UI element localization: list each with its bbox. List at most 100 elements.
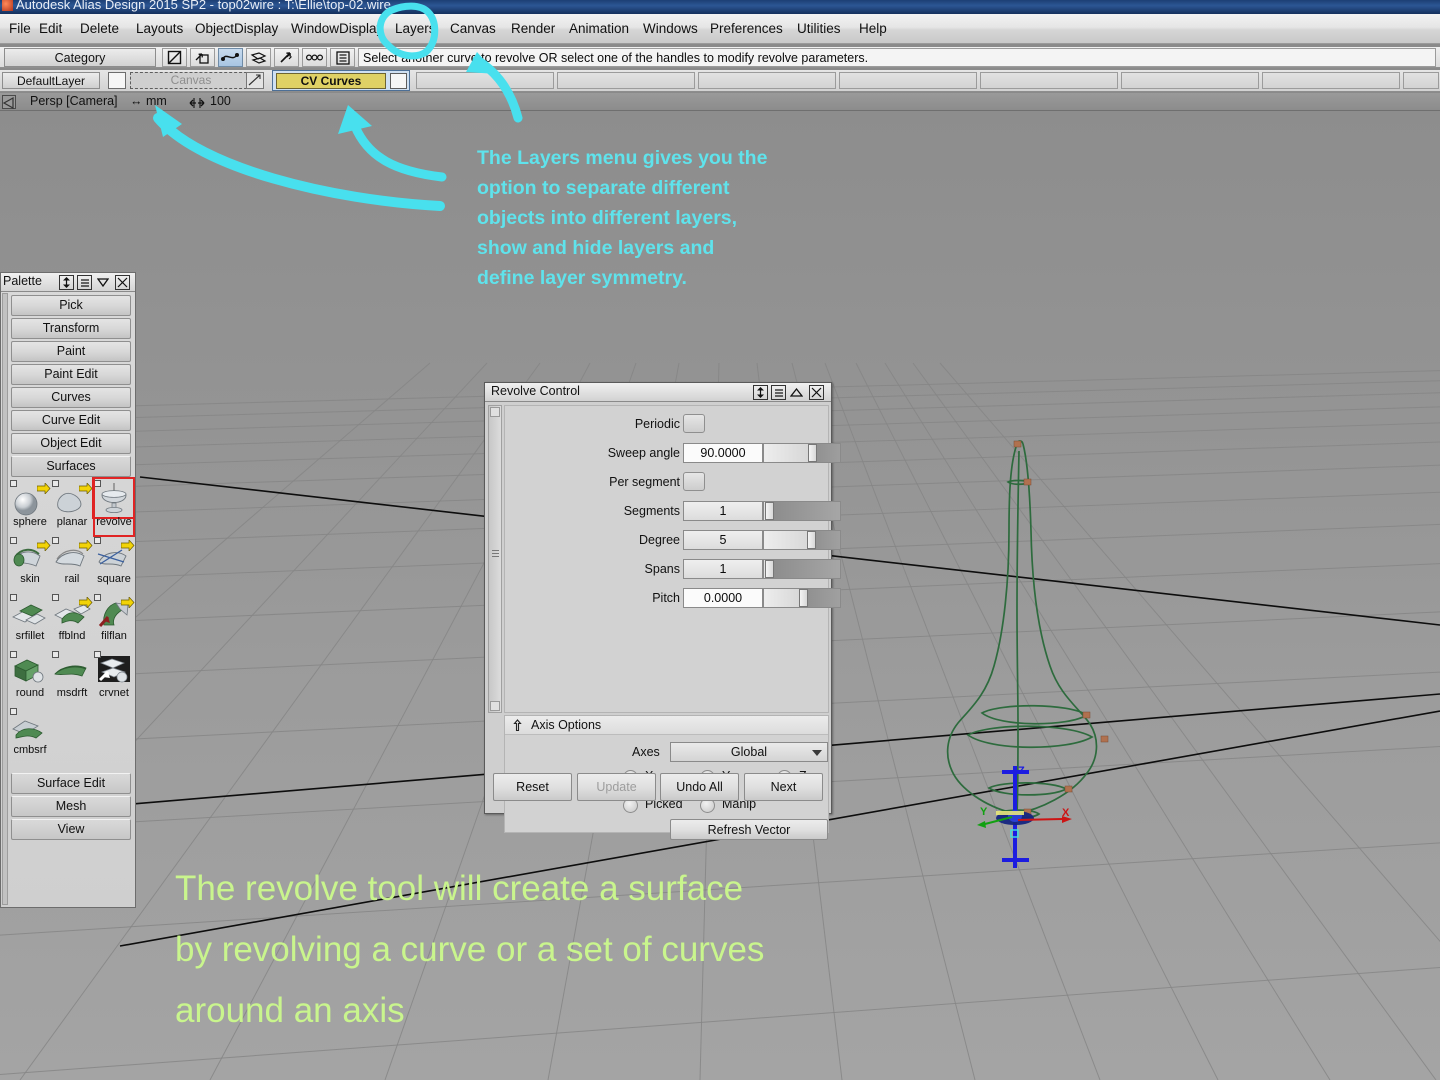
menu-item-help[interactable]: Help	[850, 14, 896, 43]
menu-item-windows[interactable]: Windows	[634, 14, 707, 43]
surface-tool-sphere[interactable]: sphere	[9, 479, 51, 536]
surface-tool-square[interactable]: square	[93, 536, 135, 593]
sidebar-item-curve-edit[interactable]: Curve Edit	[11, 410, 131, 431]
surface-tool-crvnet[interactable]: crvnet	[93, 650, 135, 707]
close-icon[interactable]	[809, 385, 824, 400]
surface-tool-rail[interactable]: rail	[51, 536, 93, 593]
menu-item-layouts[interactable]: Layouts	[127, 14, 192, 43]
sidebar-item-curves[interactable]: Curves	[11, 387, 131, 408]
surface-tool-cmbsrf[interactable]: cmbsrf	[9, 707, 51, 764]
sidebar-item-paint[interactable]: Paint	[11, 341, 131, 362]
tool-option-dot[interactable]	[94, 651, 101, 658]
surface-tool-msdrft[interactable]: msdrft	[51, 650, 93, 707]
layer-slot-empty[interactable]	[557, 72, 695, 89]
tool-option-dot[interactable]	[10, 708, 17, 715]
tool-option-dot[interactable]	[52, 594, 59, 601]
view-collapse-icon[interactable]	[2, 95, 16, 109]
axis-options-header[interactable]: Axis Options	[505, 716, 828, 735]
layer-cv-curves-selected[interactable]: CV Curves	[272, 70, 410, 91]
menu-item-animation[interactable]: Animation	[560, 14, 638, 43]
undo-all-button[interactable]: Undo All	[660, 773, 739, 801]
layer-default[interactable]: DefaultLayer	[2, 72, 100, 89]
menu-item-edit[interactable]: Edit	[30, 14, 71, 43]
layer-slot-empty[interactable]	[698, 72, 836, 89]
sidebar-section-surfaces[interactable]: Surfaces	[11, 456, 131, 477]
periodic-checkbox[interactable]	[683, 414, 705, 433]
palette-window[interactable]: Palette Pick Transform Paint Paint Edit …	[0, 272, 136, 908]
segments-slider[interactable]	[763, 501, 841, 521]
degree-input[interactable]: 5	[683, 530, 763, 550]
pitch-slider[interactable]	[763, 588, 841, 608]
tool-option-dot[interactable]	[10, 537, 17, 544]
menu-item-layers[interactable]: Layers	[386, 14, 445, 43]
surface-tool-round[interactable]: round	[9, 650, 51, 707]
revolve-scrollbar[interactable]	[488, 405, 502, 713]
per-segment-checkbox[interactable]	[683, 472, 705, 491]
layer-canvas-symmetry-icon[interactable]	[246, 72, 264, 89]
layer-cv-curves-visibility-checkbox[interactable]	[390, 73, 407, 89]
resize-icon[interactable]	[59, 275, 74, 290]
spans-input[interactable]: 1	[683, 559, 763, 579]
tool-option-dot[interactable]	[10, 594, 17, 601]
layer-slot-empty[interactable]	[1262, 72, 1400, 89]
pick-object-icon[interactable]	[190, 48, 215, 67]
layer-slot-empty[interactable]	[839, 72, 977, 89]
menu-item-preferences[interactable]: Preferences	[701, 14, 792, 43]
layer-canvas[interactable]: Canvas	[130, 72, 252, 89]
layer-slot-empty[interactable]	[416, 72, 554, 89]
tool-option-dot[interactable]	[94, 594, 101, 601]
surface-tool-skin[interactable]: skin	[9, 536, 51, 593]
sweep-angle-input[interactable]: 90.0000	[683, 443, 763, 463]
tool-option-dot[interactable]	[94, 537, 101, 544]
pin-icon[interactable]	[511, 719, 524, 737]
tool-option-dot[interactable]	[52, 537, 59, 544]
surface-tool-srfillet[interactable]: srfillet	[9, 593, 51, 650]
scrollbar-thumb-bottom[interactable]	[490, 701, 500, 711]
menu-item-utilities[interactable]: Utilities	[788, 14, 850, 43]
surface-tool-filflan[interactable]: filflan	[93, 593, 135, 650]
sidebar-item-transform[interactable]: Transform	[11, 318, 131, 339]
revolve-control-window[interactable]: Revolve Control Periodic Sweep angle 90.…	[484, 382, 832, 814]
spans-slider[interactable]	[763, 559, 841, 579]
tool-option-dot[interactable]	[94, 480, 101, 487]
tool-option-dot[interactable]	[52, 651, 59, 658]
pick-curve-icon[interactable]	[218, 48, 243, 67]
layer-slot-empty[interactable]	[1403, 72, 1439, 89]
tool-option-dot[interactable]	[10, 651, 17, 658]
pick-cv-icon[interactable]	[274, 48, 299, 67]
menu-icon[interactable]	[771, 385, 786, 400]
menu-icon[interactable]	[77, 275, 92, 290]
pick-surface-icon[interactable]	[246, 48, 271, 67]
surface-tool-planar[interactable]: planar	[51, 479, 93, 536]
sidebar-section-mesh[interactable]: Mesh	[11, 796, 131, 817]
layer-default-visibility-checkbox[interactable]	[108, 72, 126, 89]
menu-item-objectdisplay[interactable]: ObjectDisplay	[186, 14, 287, 43]
tool-option-dot[interactable]	[10, 480, 17, 487]
update-button[interactable]: Update	[577, 773, 656, 801]
menu-item-delete[interactable]: Delete	[71, 14, 128, 43]
sidebar-section-view[interactable]: View	[11, 819, 131, 840]
list-icon[interactable]	[330, 48, 355, 67]
segments-input[interactable]: 1	[683, 501, 763, 521]
scrollbar-thumb-top[interactable]	[490, 407, 500, 417]
collapse-icon[interactable]	[789, 385, 804, 400]
menu-item-render[interactable]: Render	[502, 14, 564, 43]
sidebar-item-object-edit[interactable]: Object Edit	[11, 433, 131, 454]
sidebar-section-surface-edit[interactable]: Surface Edit	[11, 773, 131, 794]
close-icon[interactable]	[115, 275, 130, 290]
layer-slot-empty[interactable]	[980, 72, 1118, 89]
palette-scrollbar[interactable]	[2, 293, 8, 905]
menu-item-windowdisplay[interactable]: WindowDisplay	[282, 14, 392, 43]
sidebar-item-paint-edit[interactable]: Paint Edit	[11, 364, 131, 385]
layer-slot-empty[interactable]	[1121, 72, 1259, 89]
pick-points-icon[interactable]	[302, 48, 327, 67]
surface-tool-revolve[interactable]: revolve	[93, 479, 135, 536]
refresh-vector-button[interactable]: Refresh Vector	[670, 819, 828, 840]
next-button[interactable]: Next	[744, 773, 823, 801]
collapse-icon[interactable]	[95, 275, 110, 290]
degree-slider[interactable]	[763, 530, 841, 550]
axes-dropdown[interactable]: Global	[670, 742, 828, 762]
surface-tool-ffblnd[interactable]: ffblnd	[51, 593, 93, 650]
sidebar-item-pick[interactable]: Pick	[11, 295, 131, 316]
sweep-angle-slider[interactable]	[763, 443, 841, 463]
